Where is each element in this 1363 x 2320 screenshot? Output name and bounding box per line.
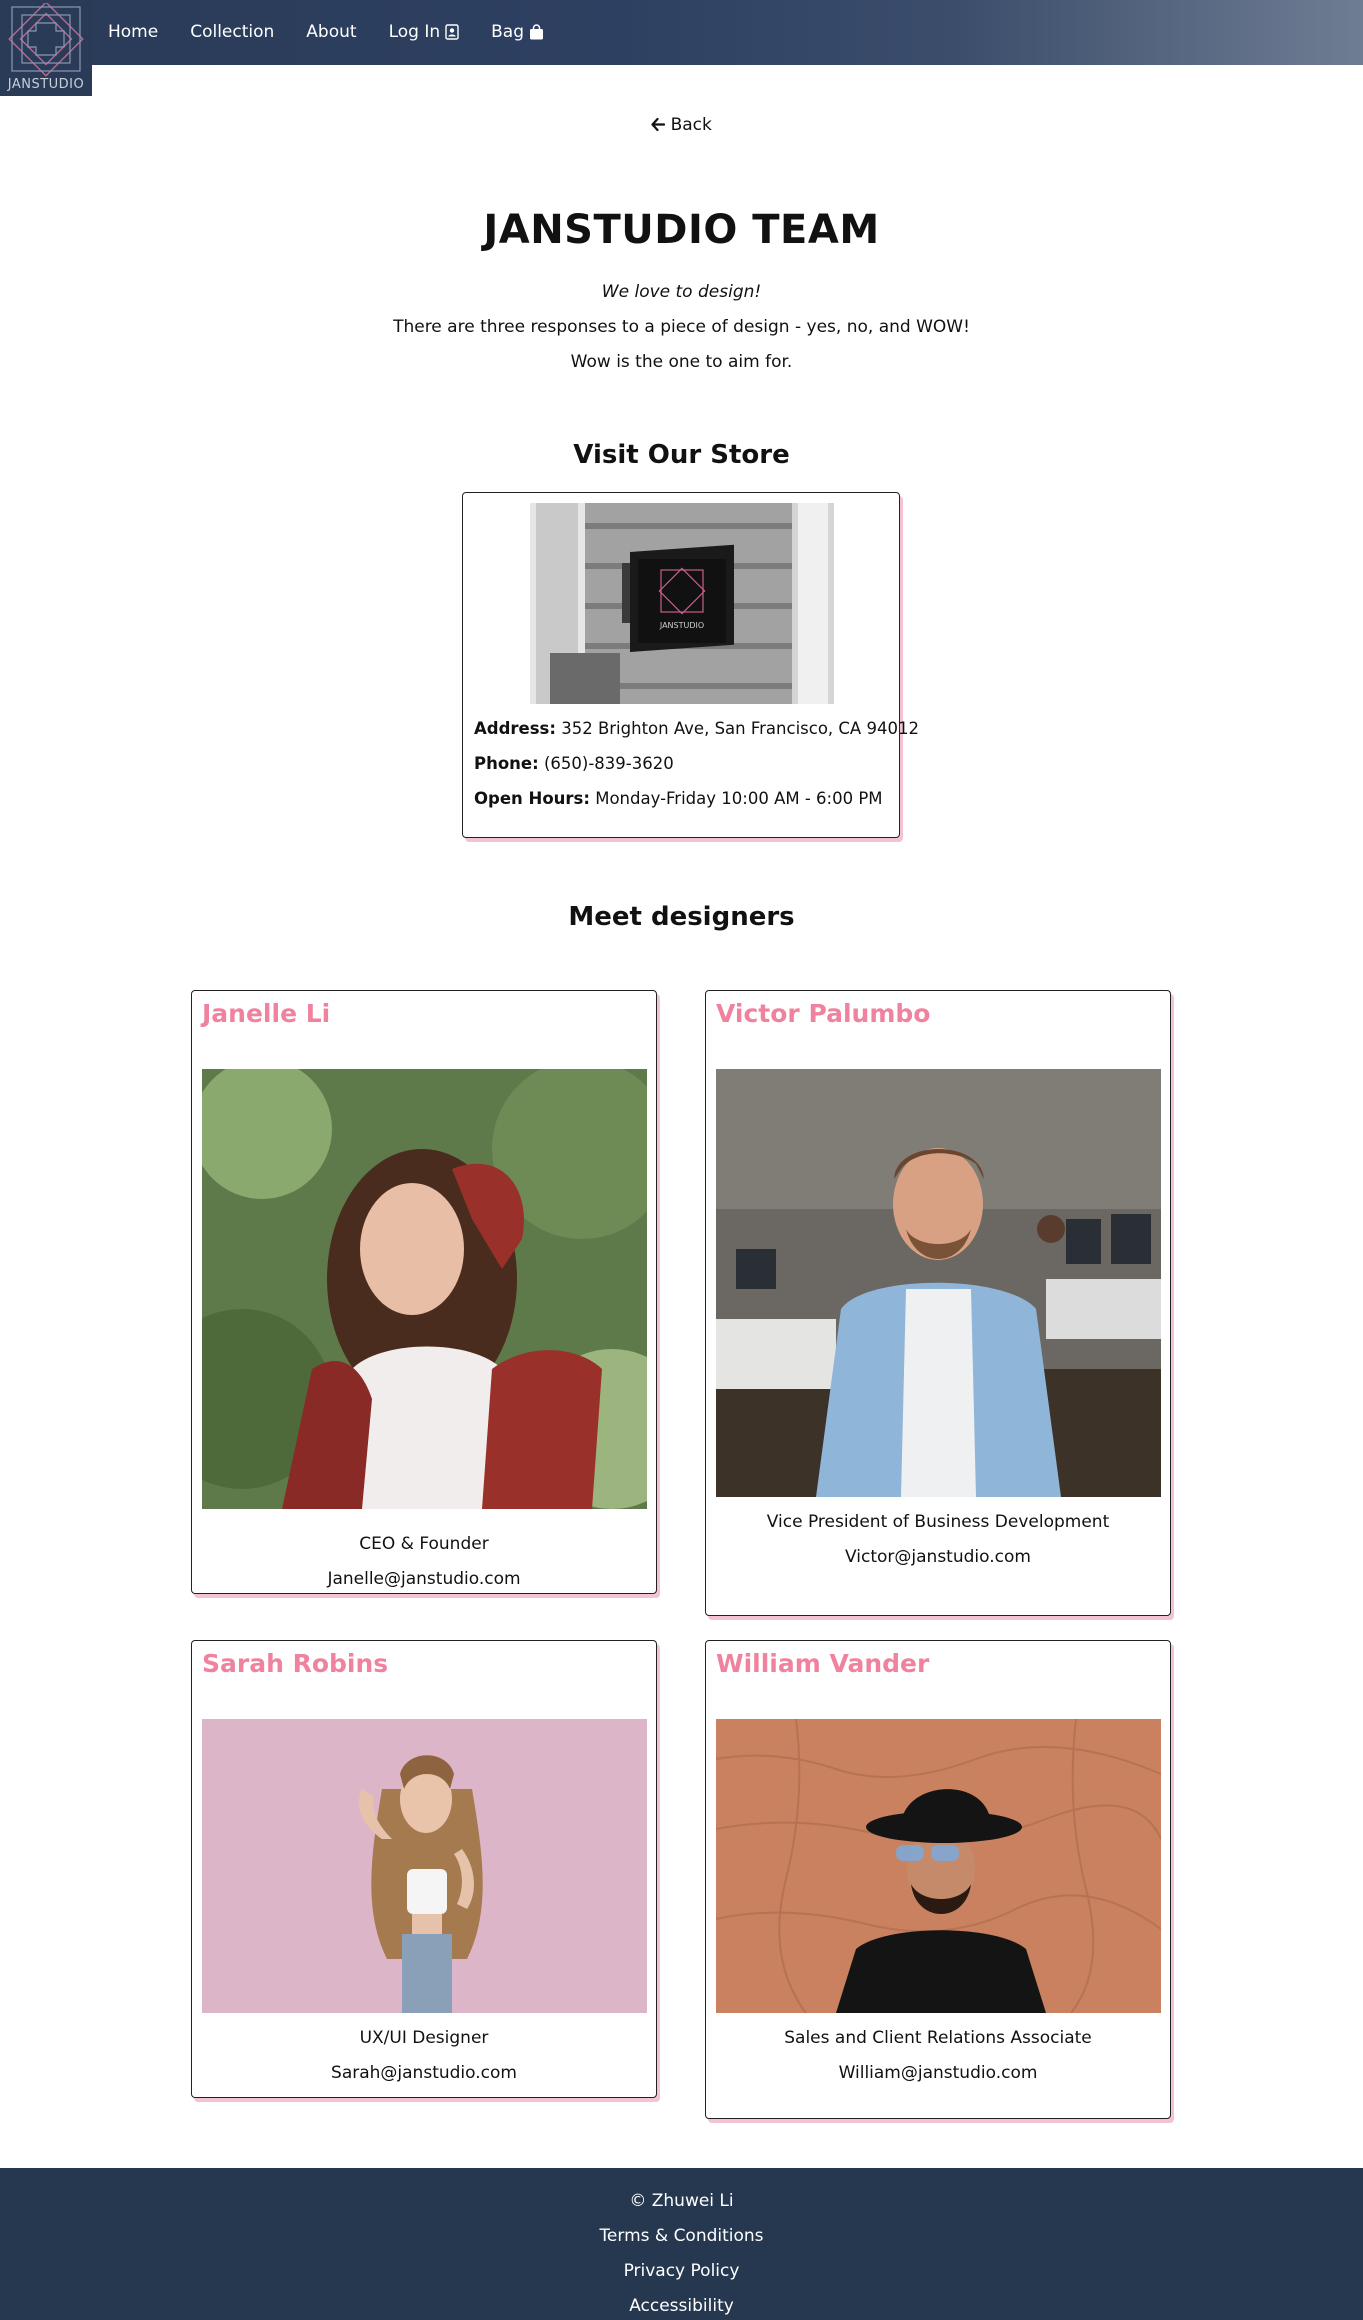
nav-bag-label: Bag xyxy=(491,21,524,42)
nav-home-label: Home xyxy=(108,21,159,42)
designer-name: William Vander xyxy=(716,1649,930,1678)
phone-label: Phone: xyxy=(474,754,539,773)
store-address: Address: 352 Brighton Ave, San Francisco… xyxy=(474,719,919,738)
store-front-image: JANSTUDIO xyxy=(530,503,834,704)
intro-line-1: There are three responses to a piece of … xyxy=(393,317,970,337)
logo-text: JANSTUDIO xyxy=(7,77,85,92)
designer-photo xyxy=(716,1069,1161,1497)
store-hours: Open Hours: Monday-Friday 10:00 AM - 6:0… xyxy=(474,789,883,808)
footer-terms-link[interactable]: Terms & Conditions xyxy=(0,2226,1363,2246)
hours-label: Open Hours: xyxy=(474,789,590,808)
hours-value: Monday-Friday 10:00 AM - 6:00 PM xyxy=(595,789,883,808)
svg-text:JANSTUDIO: JANSTUDIO xyxy=(659,621,704,630)
designer-email[interactable]: Sarah@janstudio.com xyxy=(192,2063,656,2083)
intro-line-2: Wow is the one to aim for. xyxy=(570,352,793,372)
person-badge-icon xyxy=(445,23,459,40)
designer-role: CEO & Founder xyxy=(359,1534,489,1554)
nav-about-link[interactable]: About xyxy=(306,22,356,42)
store-card: JANSTUDIO Address: 352 Brighton Ave, San… xyxy=(462,492,919,838)
footer-accessibility-link[interactable]: Accessibility xyxy=(0,2296,1363,2316)
store-section-title: Visit Our Store xyxy=(573,440,790,470)
designer-photo xyxy=(716,1719,1161,2013)
top-navbar: JANSTUDIO Home Collection About Log In B… xyxy=(0,0,1363,96)
designer-card: Sarah Robins UX/UI Designer Sarah@janstu… xyxy=(191,1640,657,2098)
back-row: Back xyxy=(0,115,1363,135)
footer-copyright: © Zhuwei Li xyxy=(629,2191,734,2211)
nav-collection-link[interactable]: Collection xyxy=(190,22,274,42)
phone-value: (650)-839-3620 xyxy=(543,754,674,773)
designer-card: Janelle Li CEO & Founder Janelle@janstud… xyxy=(191,990,657,1594)
designer-email[interactable]: Victor@janstudio.com xyxy=(706,1547,1170,1567)
back-link[interactable]: Back xyxy=(651,115,712,135)
designer-name: Janelle Li xyxy=(202,999,331,1028)
designer-card: William Vander Sales and Client Relation… xyxy=(705,1640,1171,2119)
address-label: Address: xyxy=(474,719,556,738)
store-phone: Phone: (650)-839-3620 xyxy=(474,754,674,773)
designer-card: Victor Palumbo Vice President of Busines… xyxy=(705,990,1171,1616)
designer-role: UX/UI Designer xyxy=(359,2028,489,2048)
site-footer: © Zhuwei Li Terms & Conditions Privacy P… xyxy=(0,2168,1363,2320)
address-value: 352 Brighton Ave, San Francisco, CA 9401… xyxy=(561,719,919,738)
back-label: Back xyxy=(670,115,712,135)
shopping-bag-icon xyxy=(529,23,544,40)
designer-email[interactable]: Janelle@janstudio.com xyxy=(192,1569,656,1589)
designer-role: Vice President of Business Development xyxy=(766,1512,1110,1532)
nav-login-link[interactable]: Log In xyxy=(389,22,460,42)
page-tagline: We love to design! xyxy=(601,282,762,302)
nav-home-link[interactable]: Home xyxy=(108,22,158,42)
designer-name: Victor Palumbo xyxy=(716,999,931,1028)
designer-role: Sales and Client Relations Associate xyxy=(784,2028,1092,2048)
page-title: JANSTUDIO TEAM xyxy=(483,207,880,253)
brand-logo[interactable]: JANSTUDIO xyxy=(0,0,92,96)
designer-photo xyxy=(202,1719,647,2013)
designer-photo xyxy=(202,1069,647,1509)
footer-privacy-link[interactable]: Privacy Policy xyxy=(0,2261,1363,2281)
nav-bag-link[interactable]: Bag xyxy=(491,22,544,42)
nav-collection-label: Collection xyxy=(190,21,275,42)
nav-links: Home Collection About Log In Bag xyxy=(108,0,576,63)
logo-emblem-icon xyxy=(8,3,84,77)
arrow-left-icon xyxy=(651,115,670,135)
nav-login-label: Log In xyxy=(388,21,441,42)
designer-email[interactable]: William@janstudio.com xyxy=(706,2063,1170,2083)
designer-name: Sarah Robins xyxy=(202,1649,389,1678)
designers-section-title: Meet designers xyxy=(568,902,795,932)
nav-about-label: About xyxy=(306,21,357,42)
